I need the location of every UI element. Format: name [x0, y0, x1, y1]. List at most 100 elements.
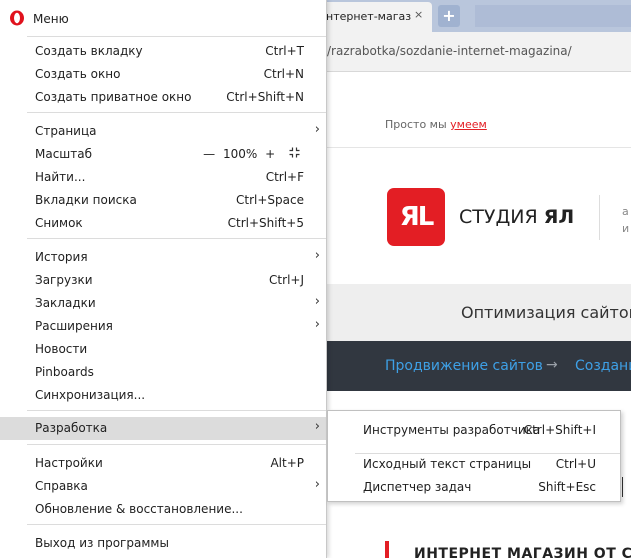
- studio-logo-name[interactable]: СТУДИЯ ЯЛ: [459, 206, 574, 228]
- logo-side-line-2: и: [622, 222, 630, 235]
- chevron-right-icon: ›: [314, 317, 320, 332]
- submenu-item-view-source[interactable]: Исходный текст страницы Ctrl+U: [328, 452, 620, 475]
- fullscreen-icon[interactable]: [289, 147, 300, 158]
- opera-logo-icon: [10, 10, 24, 26]
- menu-item-snapshot[interactable]: Снимок Ctrl+Shift+5: [0, 212, 326, 235]
- menu-item-label: Закладки: [35, 296, 96, 310]
- menu-item-shortcut: Ctrl+F: [265, 170, 304, 184]
- submenu-item-label: Диспетчер задач: [363, 480, 472, 494]
- menu-item-label: История: [35, 250, 88, 264]
- menu-item-downloads[interactable]: Загрузки Ctrl+J: [0, 269, 326, 292]
- page-side-mark: [622, 477, 631, 497]
- menu-item-label: Снимок: [35, 216, 83, 230]
- new-tab-button[interactable]: +: [438, 5, 460, 27]
- menu-item-shortcut: Alt+P: [270, 456, 304, 470]
- menu-item-label: Создать окно: [35, 67, 121, 81]
- menu-item-label: Страница: [35, 124, 97, 138]
- zoom-level: 100%: [222, 147, 258, 161]
- menu-item-label: Справка: [35, 479, 88, 493]
- submenu-item-label: Инструменты разработчика: [363, 423, 541, 437]
- studio-logo-name-bold: ЯЛ: [543, 206, 575, 228]
- tab-close-icon[interactable]: ×: [414, 8, 423, 21]
- menu-item-label: Выход из программы: [35, 536, 169, 550]
- site-tagline-text: Просто мы: [385, 118, 451, 131]
- menu-item-news[interactable]: Новости: [0, 338, 326, 361]
- service-title-band: Оптимизация сайтов: [327, 284, 631, 341]
- menu-header[interactable]: Меню: [0, 0, 326, 36]
- menu-item-label: Разработка: [35, 421, 108, 435]
- studio-logo-mark[interactable]: ЯL: [387, 188, 445, 246]
- menu-item-shortcut: Ctrl+Shift+N: [226, 90, 304, 104]
- menu-item-label: Новости: [35, 342, 88, 356]
- menu-title: Меню: [33, 12, 69, 26]
- submenu-item-task-manager[interactable]: Диспетчер задач Shift+Esc: [328, 475, 620, 498]
- menu-separator: [27, 444, 326, 445]
- menu-item-bookmarks[interactable]: Закладки ›: [0, 292, 326, 315]
- menu-separator: [27, 410, 326, 411]
- zoom-controls: — 100% +: [203, 147, 300, 161]
- submenu-item-shortcut: Ctrl+U: [555, 457, 596, 471]
- menu-item-history[interactable]: История ›: [0, 246, 326, 269]
- menu-item-extensions[interactable]: Расширения ›: [0, 315, 326, 338]
- menu-item-shortcut: Ctrl+N: [263, 67, 304, 81]
- menu-item-update-recovery[interactable]: Обновление & восстановление...: [0, 498, 326, 521]
- submenu-item-developer-tools[interactable]: Инструменты разработчика Ctrl+Shift+I: [328, 418, 620, 441]
- menu-item-label: Расширения: [35, 319, 113, 333]
- logo-side-line-1: а: [622, 205, 629, 218]
- menu-separator: [27, 36, 326, 37]
- menu-item-label: Настройки: [35, 456, 103, 470]
- submenu-item-label: Исходный текст страницы: [363, 457, 532, 471]
- chevron-right-icon: ›: [314, 248, 320, 263]
- site-header-divider: [327, 147, 631, 148]
- chevron-right-icon: ›: [314, 122, 320, 137]
- nav-arrow-icon: →: [546, 357, 558, 373]
- menu-separator: [27, 238, 326, 239]
- menu-item-label: Синхронизация...: [35, 388, 146, 402]
- menu-item-exit[interactable]: Выход из программы: [0, 532, 326, 555]
- logo-side-text: а и: [622, 203, 629, 237]
- menu-item-label: Найти...: [35, 170, 86, 184]
- menu-item-shortcut: Ctrl+Space: [236, 193, 304, 207]
- nav-link-creation[interactable]: Создани: [575, 358, 631, 374]
- menu-item-find[interactable]: Найти... Ctrl+F: [0, 166, 326, 189]
- developer-submenu: Инструменты разработчика Ctrl+Shift+I Ис…: [327, 410, 621, 502]
- menu-item-label: Вкладки поиска: [35, 193, 137, 207]
- menu-separator: [27, 112, 326, 113]
- page-heading: ИНТЕРНЕТ МАГАЗИН ОТ СТ: [414, 546, 631, 558]
- menu-item-settings[interactable]: Настройки Alt+P: [0, 452, 326, 475]
- logo-divider: [599, 195, 600, 240]
- url-text[interactable]: /razrabotka/sozdanie-internet-magazina/: [327, 44, 572, 58]
- opera-main-menu: Меню Создать вкладку Ctrl+T Создать окно…: [0, 0, 327, 558]
- site-tagline: Просто мы умеем: [385, 118, 487, 131]
- submenu-item-shortcut: Ctrl+Shift+I: [523, 423, 596, 437]
- menu-item-pinboards[interactable]: Pinboards: [0, 361, 326, 384]
- site-nav-band: Продвижение сайтов → Создани: [327, 341, 631, 391]
- menu-item-sync[interactable]: Синхронизация...: [0, 384, 326, 407]
- zoom-out-button[interactable]: —: [203, 147, 215, 161]
- submenu-item-shortcut: Shift+Esc: [538, 480, 596, 494]
- menu-item-developer[interactable]: Разработка ›: [0, 417, 326, 440]
- menu-item-label: Обновление & восстановление...: [35, 502, 243, 516]
- tab-strip-empty-area: [475, 5, 631, 27]
- menu-item-shortcut: Ctrl+J: [269, 273, 304, 287]
- menu-item-new-window[interactable]: Создать окно Ctrl+N: [0, 63, 326, 86]
- nav-link-promotion[interactable]: Продвижение сайтов: [385, 358, 543, 374]
- zoom-in-button[interactable]: +: [265, 147, 275, 161]
- heading-accent-bar: [385, 541, 389, 558]
- menu-item-zoom: Масштаб — 100% +: [0, 143, 326, 166]
- menu-item-search-tabs[interactable]: Вкладки поиска Ctrl+Space: [0, 189, 326, 212]
- menu-item-new-private-window[interactable]: Создать приватное окно Ctrl+Shift+N: [0, 86, 326, 109]
- menu-item-page[interactable]: Страница ›: [0, 120, 326, 143]
- menu-item-shortcut: Ctrl+Shift+5: [227, 216, 304, 230]
- chevron-right-icon: ›: [314, 294, 320, 309]
- site-tagline-link[interactable]: умеем: [450, 118, 487, 131]
- menu-item-label: Масштаб: [35, 147, 93, 161]
- menu-item-label: Загрузки: [35, 273, 93, 287]
- chevron-right-icon: ›: [314, 477, 320, 492]
- menu-item-label: Создать вкладку: [35, 44, 143, 58]
- menu-item-help[interactable]: Справка ›: [0, 475, 326, 498]
- active-tab-title: нтернет-магаз: [326, 10, 412, 23]
- menu-separator: [27, 524, 326, 525]
- menu-item-new-tab[interactable]: Создать вкладку Ctrl+T: [0, 40, 326, 63]
- menu-item-label: Pinboards: [35, 365, 94, 379]
